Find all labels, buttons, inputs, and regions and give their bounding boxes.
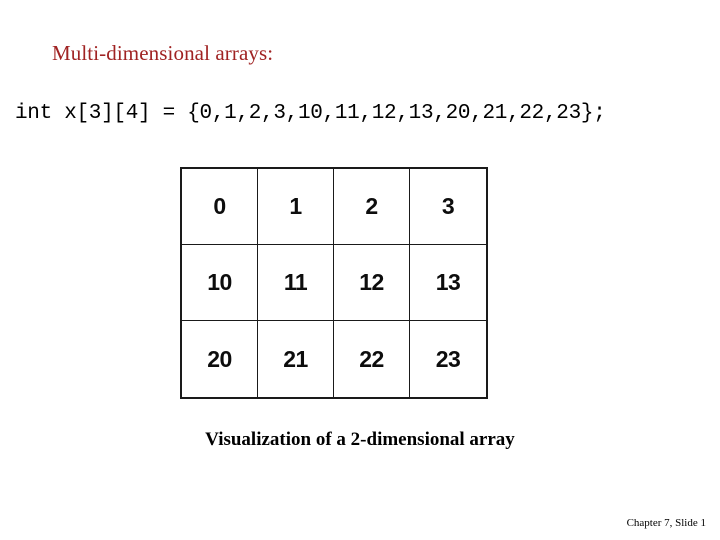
slide-footer: Chapter 7, Slide 1	[626, 517, 706, 529]
array-cell: 23	[435, 345, 461, 372]
array-cell: 21	[258, 321, 334, 397]
array-cell: 12	[334, 245, 410, 321]
slide-canvas: Multi-dimensional arrays: int x[3][4] = …	[0, 0, 720, 540]
array-cell: 10	[182, 245, 258, 321]
code-declaration: int x[3][4] = {0,1,2,3,10,11,12,13,20,21…	[15, 102, 606, 125]
array-cell: 0	[182, 169, 258, 245]
array-cell: 13	[410, 245, 486, 321]
page-title: Multi-dimensional arrays:	[52, 41, 274, 65]
array-cell: 20	[182, 321, 258, 397]
array-cell: 2	[334, 169, 410, 245]
array-cell: 1	[258, 169, 334, 245]
figure-caption: Visualization of a 2-dimensional array	[205, 429, 515, 450]
array-visualization-grid: 0 1 2 3 10 11 12 13 20 21 22 23	[180, 167, 488, 399]
array-cell: 3	[410, 169, 486, 245]
array-cell: 11	[258, 245, 334, 321]
array-cell: 22	[334, 321, 410, 397]
